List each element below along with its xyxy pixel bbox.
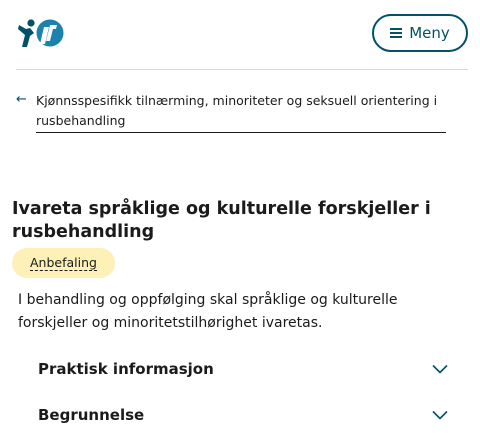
recommendation-badge[interactable]: Anbefaling [12,248,115,278]
accordion-begrunnelse[interactable]: Begrunnelse [38,400,452,430]
helsedirektoratet-logo-icon[interactable] [16,14,64,50]
hamburger-icon [390,28,403,38]
site-header: Meny [0,0,480,70]
breadcrumb-back-link[interactable]: Kjønnsspesifikk tilnærming, minoriteter … [36,91,446,133]
accordion-label: Begrunnelse [38,406,145,424]
recommendation-text: I behandling og oppfølging skal språklig… [18,292,398,331]
accordion-label: Praktisk informasjon [38,360,214,378]
header-divider [16,69,468,70]
menu-button[interactable]: Meny [372,14,468,52]
menu-button-label: Meny [409,24,450,42]
arrow-left-icon: ← [16,92,27,107]
chevron-down-icon [432,364,448,374]
page-title: Ivareta språklige og kulturelle forskjel… [12,199,431,242]
badge-label: Anbefaling [30,255,97,271]
accordion-praktisk-informasjon[interactable]: Praktisk informasjon [38,354,452,384]
chevron-down-icon [432,410,448,420]
